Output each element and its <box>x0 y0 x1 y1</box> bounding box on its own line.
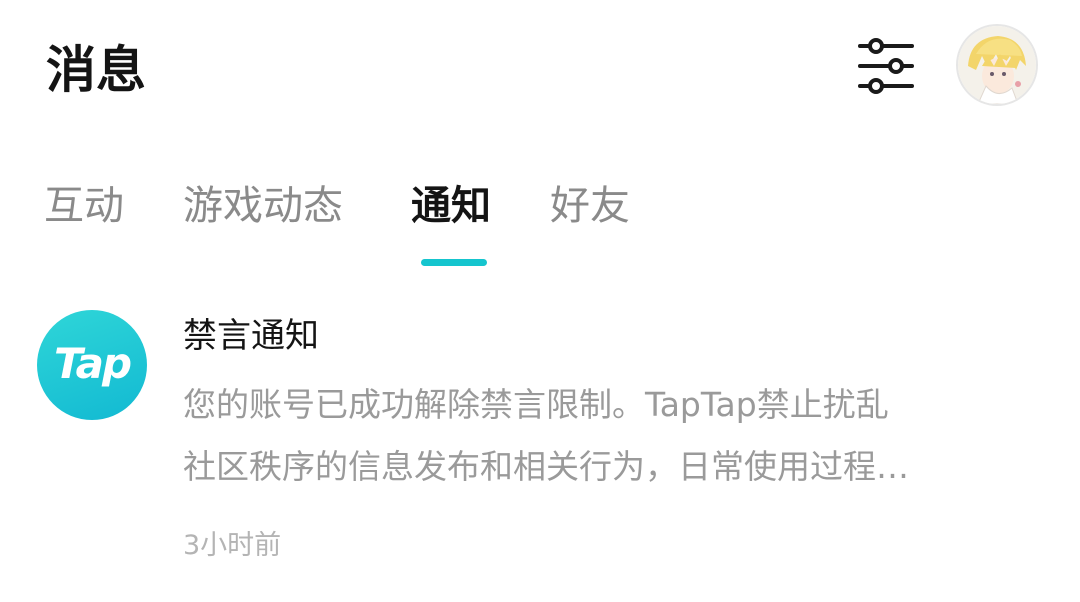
taptap-logo-text: Tap <box>53 338 132 388</box>
notification-timestamp: 3小时前 <box>183 530 282 561</box>
tab-game-updates[interactable]: 游戏动态 <box>183 180 343 232</box>
notification-item[interactable]: Tap 禁言通知 您的账号已成功解除禁言限制。TapTap禁止扰乱 社区秩序的信… <box>0 300 1080 590</box>
tab-friends[interactable]: 好友 <box>550 180 630 232</box>
filter-button[interactable] <box>852 36 920 96</box>
sliders-icon <box>858 38 914 94</box>
avatar-image <box>958 26 1036 104</box>
active-tab-indicator <box>421 259 487 266</box>
notification-body-line-1: 您的账号已成功解除禁言限制。TapTap禁止扰乱 <box>183 385 889 424</box>
user-avatar[interactable] <box>958 26 1036 104</box>
tab-notifications[interactable]: 通知 <box>411 180 491 232</box>
taptap-logo-icon: Tap <box>37 310 147 420</box>
tab-interaction[interactable]: 互动 <box>44 180 124 232</box>
notification-title: 禁言通知 <box>183 316 319 356</box>
notification-body: 您的账号已成功解除禁言限制。TapTap禁止扰乱 社区秩序的信息发布和相关行为，… <box>183 374 1043 498</box>
notification-body-line-2: 社区秩序的信息发布和相关行为，日常使用过程… <box>183 447 909 486</box>
page-title: 消息 <box>46 41 146 99</box>
